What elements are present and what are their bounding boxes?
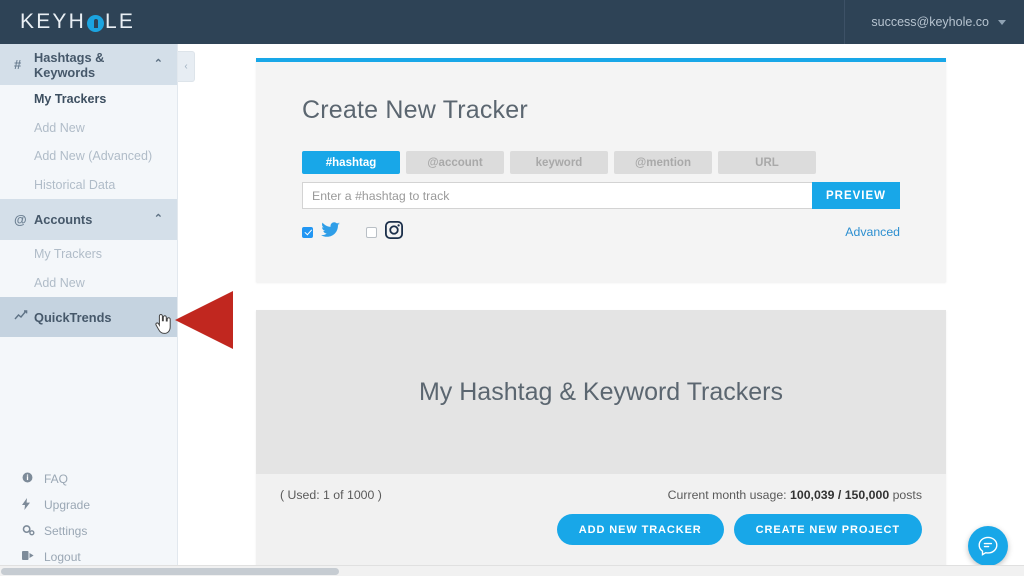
sidebar-item-label: QuickTrends: [34, 309, 112, 325]
sidebar-group-label: Hashtags & Keywords: [34, 49, 105, 80]
sidebar-group-accounts[interactable]: @ Accounts ⌃: [0, 199, 177, 240]
info-circle-icon: [22, 472, 44, 486]
instagram-icon: [385, 220, 403, 244]
sidebar-item-quicktrends[interactable]: QuickTrends: [0, 297, 177, 337]
chevron-down-icon: [998, 19, 1006, 25]
mouse-cursor-icon: [154, 313, 172, 335]
sidebar-item-historical-data[interactable]: Historical Data: [0, 171, 177, 200]
trackers-actions: ADD NEW TRACKER CREATE NEW PROJECT: [280, 514, 922, 545]
sign-out-icon: [22, 550, 44, 564]
chat-support-button[interactable]: [968, 526, 1008, 566]
sidebar-item-add-new-accounts[interactable]: Add New: [0, 269, 177, 298]
instagram-checkbox[interactable]: [366, 226, 377, 238]
preview-button[interactable]: PREVIEW: [812, 182, 900, 209]
chat-bubble-icon: [978, 536, 998, 556]
chart-line-icon: [14, 310, 34, 324]
add-new-tracker-button[interactable]: ADD NEW TRACKER: [556, 514, 724, 545]
sidebar-item-faq[interactable]: FAQ: [0, 466, 177, 492]
create-tracker-card: Create New Tracker #hashtag @account key…: [256, 58, 946, 282]
brand-text-after: LE: [105, 10, 136, 33]
top-bar: KEYH LE success@keyhole.co: [0, 0, 1024, 44]
my-trackers-card: My Hashtag & Keyword Trackers ( Used: 1 …: [256, 310, 946, 565]
account-email: success@keyhole.co: [871, 15, 989, 29]
sidebar-item-settings[interactable]: Settings: [0, 518, 177, 544]
account-menu[interactable]: success@keyhole.co: [844, 0, 1024, 44]
usage-prefix: Current month usage:: [667, 488, 787, 502]
page-title: Create New Tracker: [302, 96, 528, 124]
tracker-type-tabs: #hashtag @account keyword @mention URL: [302, 151, 900, 174]
trackers-used-count: ( Used: 1 of 1000 ): [280, 488, 382, 502]
keyhole-o-icon: [87, 14, 104, 32]
create-new-project-button[interactable]: CREATE NEW PROJECT: [733, 514, 922, 545]
usage-value: 100,039 / 150,000: [790, 488, 890, 502]
twitter-checkbox[interactable]: [302, 226, 313, 238]
trackers-footer: ( Used: 1 of 1000 ) Current month usage:…: [256, 474, 946, 565]
sidebar-item-upgrade[interactable]: Upgrade: [0, 492, 177, 518]
usage-row: ( Used: 1 of 1000 ) Current month usage:…: [280, 488, 922, 502]
tracker-input-row: PREVIEW: [302, 182, 900, 209]
keyhole-logo[interactable]: KEYH LE: [0, 10, 135, 34]
content-wrapper: Create New Tracker #hashtag @account key…: [256, 58, 946, 565]
chevron-up-icon: ⌃: [153, 58, 163, 70]
bolt-icon: [22, 497, 44, 513]
hashtag-icon: #: [14, 57, 22, 72]
tab-account[interactable]: @account: [406, 151, 504, 174]
tracker-input[interactable]: [302, 182, 812, 209]
trackers-hero-title: My Hashtag & Keyword Trackers: [418, 377, 783, 406]
tab-mention[interactable]: @mention: [614, 151, 712, 174]
sidebar-item-add-new-hashtags[interactable]: Add New: [0, 114, 177, 143]
at-icon: @: [14, 212, 27, 227]
annotation-arrow-icon: [175, 291, 233, 349]
usage-suffix: posts: [892, 488, 922, 502]
sidebar-item-my-trackers-accounts[interactable]: My Trackers: [0, 240, 177, 269]
tab-url[interactable]: URL: [718, 151, 816, 174]
brand-text-before: KEYH: [20, 10, 86, 33]
chevron-up-icon: ⌃: [153, 213, 163, 225]
scrollbar-thumb[interactable]: [1, 568, 339, 575]
sidebar-group-hashtags-keywords[interactable]: # Hashtags & Keywords ⌃: [0, 44, 177, 85]
sidebar-bottom-label: Settings: [44, 524, 88, 538]
tab-hashtag[interactable]: #hashtag: [302, 151, 400, 174]
main-content: Create New Tracker #hashtag @account key…: [178, 44, 1024, 576]
sidebar-bottom-label: Logout: [44, 550, 81, 564]
month-usage-text: Current month usage: 100,039 / 150,000 p…: [668, 488, 922, 502]
trackers-hero: My Hashtag & Keyword Trackers: [256, 310, 946, 474]
sidebar-bottom-nav: FAQ Upgrade Settings Logout: [0, 466, 177, 570]
twitter-icon: [321, 221, 340, 243]
sidebar-bottom-label: FAQ: [44, 472, 69, 486]
network-selector: Advanced: [302, 220, 900, 244]
tab-keyword[interactable]: keyword: [510, 151, 608, 174]
sidebar-item-my-trackers-hashtags[interactable]: My Trackers: [0, 85, 177, 114]
sidebar-group-label: Accounts: [34, 212, 93, 227]
advanced-link[interactable]: Advanced: [845, 225, 900, 239]
app-root: KEYH LE success@keyhole.co # Hashtags & …: [0, 0, 1024, 576]
horizontal-scrollbar[interactable]: [0, 565, 1024, 576]
gears-icon: [22, 524, 44, 539]
sidebar-item-add-new-advanced[interactable]: Add New (Advanced): [0, 142, 177, 171]
sidebar-collapse-button[interactable]: ‹: [178, 51, 195, 82]
sidebar: # Hashtags & Keywords ⌃ My Trackers Add …: [0, 44, 178, 576]
sidebar-bottom-label: Upgrade: [44, 498, 91, 512]
